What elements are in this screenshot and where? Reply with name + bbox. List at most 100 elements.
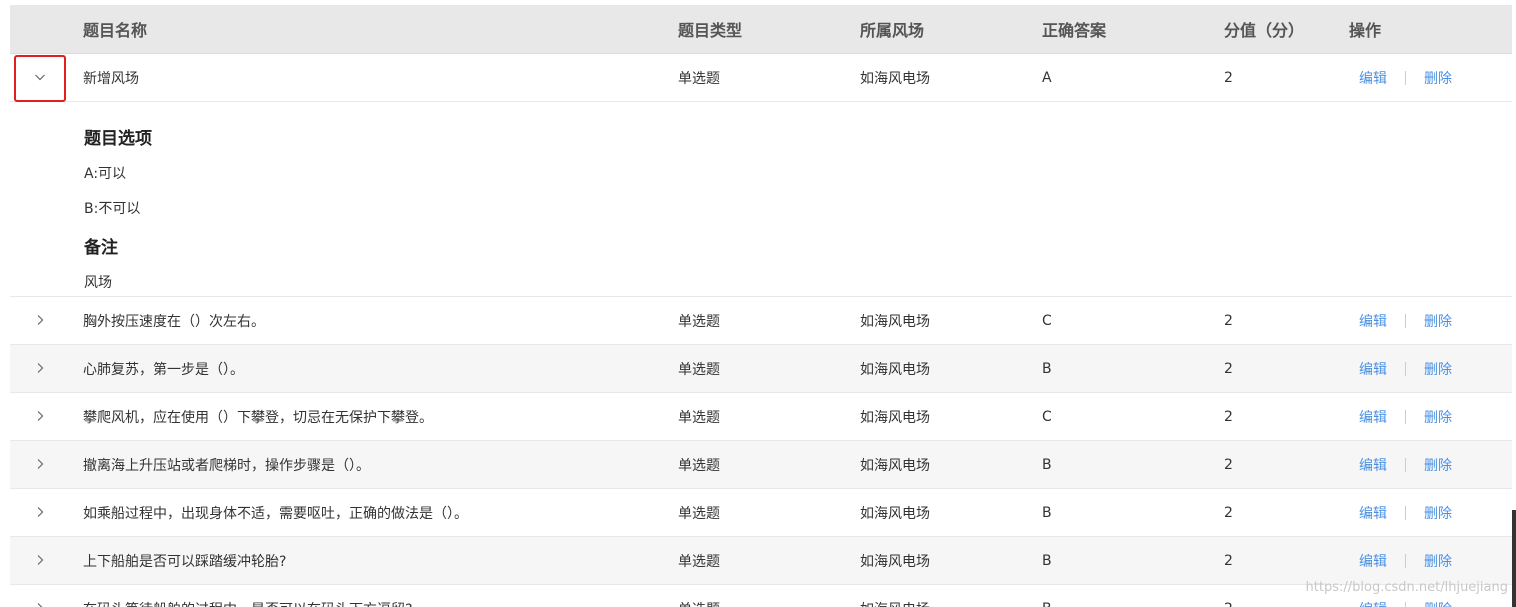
- header-ops: 操作: [1349, 21, 1382, 40]
- row-name: 攀爬风机，应在使用（）下攀登，切忌在无保护下攀登。: [83, 409, 433, 426]
- table-row: 上下船舶是否可以踩踏缓冲轮胎? 单选题 如海风电场 B 2 编辑 删除: [10, 537, 1512, 585]
- header-name: 题目名称: [83, 21, 148, 40]
- ops-divider: [1405, 70, 1406, 85]
- edit-button[interactable]: 编辑: [1359, 599, 1387, 607]
- header-farm: 所属风场: [860, 21, 925, 40]
- row-type: 单选题: [678, 585, 720, 607]
- edit-button[interactable]: 编辑: [1359, 359, 1387, 379]
- ops-divider: [1405, 601, 1406, 607]
- row-farm: 如海风电场: [860, 553, 930, 570]
- row-farm: 如海风电场: [860, 70, 930, 87]
- row-score: 2: [1224, 360, 1233, 377]
- row-type: 单选题: [678, 553, 720, 570]
- row-score: 2: [1224, 69, 1233, 86]
- table-row: 撤离海上升压站或者爬梯时，操作步骤是（）。 单选题 如海风电场 B 2 编辑 删…: [10, 441, 1512, 489]
- row-answer: B: [1042, 552, 1052, 569]
- delete-button[interactable]: 删除: [1424, 68, 1452, 88]
- edit-button[interactable]: 编辑: [1359, 455, 1387, 475]
- chevron-right-icon[interactable]: [28, 308, 52, 332]
- table-row: 在码头等待船舶的过程中，是否可以在码头下方逗留? 单选题 如海风电场 B 2 编…: [10, 585, 1512, 607]
- option-b: B:不可以: [84, 201, 141, 217]
- row-score: 2: [1224, 552, 1233, 569]
- question-table: 题目名称 题目类型 所属风场 正确答案 分值（分） 操作 新增风场 单选题 如海…: [10, 5, 1512, 607]
- ops-divider: [1405, 313, 1406, 328]
- ops-divider: [1405, 409, 1406, 424]
- row-ops: 编辑 删除: [1359, 345, 1452, 392]
- row-name: 上下船舶是否可以踩踏缓冲轮胎?: [83, 553, 287, 570]
- table-row: 心肺复苏，第一步是（）。 单选题 如海风电场 B 2 编辑 删除: [10, 345, 1512, 393]
- row-score: 2: [1224, 456, 1233, 473]
- row-score: 2: [1224, 585, 1233, 607]
- row-name: 在码头等待船舶的过程中，是否可以在码头下方逗留?: [83, 585, 412, 607]
- row-ops: 编辑 删除: [1359, 441, 1452, 488]
- chevron-right-icon[interactable]: [28, 356, 52, 380]
- ops-divider: [1405, 553, 1406, 568]
- row-answer: B: [1042, 585, 1052, 607]
- row-ops: 编辑 删除: [1359, 393, 1452, 440]
- remark-title: 备注: [84, 238, 118, 258]
- edit-button[interactable]: 编辑: [1359, 311, 1387, 331]
- ops-divider: [1405, 505, 1406, 520]
- row-answer: C: [1042, 408, 1052, 425]
- delete-button[interactable]: 删除: [1424, 599, 1452, 607]
- row-farm: 如海风电场: [860, 313, 930, 330]
- row-answer: B: [1042, 456, 1052, 473]
- table-row: 如乘船过程中，出现身体不适，需要呕吐，正确的做法是（）。 单选题 如海风电场 B…: [10, 489, 1512, 537]
- ops-divider: [1405, 361, 1406, 376]
- row-type: 单选题: [678, 409, 720, 426]
- delete-button[interactable]: 删除: [1424, 455, 1452, 475]
- edit-button[interactable]: 编辑: [1359, 503, 1387, 523]
- ops-divider: [1405, 457, 1406, 472]
- row-name: 胸外按压速度在（）次左右。: [83, 313, 265, 330]
- row-ops: 编辑 删除: [1359, 537, 1452, 584]
- row-type: 单选题: [678, 313, 720, 330]
- remark-text: 风场: [84, 275, 112, 291]
- row-type: 单选题: [678, 361, 720, 378]
- delete-button[interactable]: 删除: [1424, 311, 1452, 331]
- edit-button[interactable]: 编辑: [1359, 68, 1387, 88]
- row-detail-panel: 题目选项 A:可以 B:不可以 备注 风场: [10, 102, 1512, 297]
- edit-button[interactable]: 编辑: [1359, 407, 1387, 427]
- chevron-right-icon[interactable]: [28, 500, 52, 524]
- row-type: 单选题: [678, 457, 720, 474]
- row-answer: C: [1042, 312, 1052, 329]
- header-score: 分值（分）: [1224, 21, 1305, 40]
- question-table-frame: 题目名称 题目类型 所属风场 正确答案 分值（分） 操作 新增风场 单选题 如海…: [0, 0, 1516, 607]
- row-type: 单选题: [678, 70, 720, 87]
- watermark-text: https://blog.csdn.net/lhjuejiang: [1305, 580, 1508, 595]
- scrollbar[interactable]: [1512, 510, 1516, 607]
- table-row: 攀爬风机，应在使用（）下攀登，切忌在无保护下攀登。 单选题 如海风电场 C 2 …: [10, 393, 1512, 441]
- row-name: 新增风场: [83, 70, 139, 87]
- row-name: 撤离海上升压站或者爬梯时，操作步骤是（）。: [83, 457, 370, 474]
- header-type: 题目类型: [678, 21, 743, 40]
- chevron-right-icon[interactable]: [28, 596, 52, 607]
- delete-button[interactable]: 删除: [1424, 359, 1452, 379]
- row-ops: 编辑 删除: [1359, 54, 1452, 101]
- row-name: 如乘船过程中，出现身体不适，需要呕吐，正确的做法是（）。: [83, 505, 468, 522]
- row-ops: 编辑 删除: [1359, 297, 1452, 344]
- option-a: A:可以: [84, 166, 127, 182]
- row-score: 2: [1224, 504, 1233, 521]
- row-score: 2: [1224, 408, 1233, 425]
- header-answer: 正确答案: [1042, 21, 1107, 40]
- table-row: 胸外按压速度在（）次左右。 单选题 如海风电场 C 2 编辑 删除: [10, 297, 1512, 345]
- delete-button[interactable]: 删除: [1424, 503, 1452, 523]
- chevron-right-icon[interactable]: [28, 452, 52, 476]
- chevron-down-icon[interactable]: [28, 65, 52, 89]
- table-header: 题目名称 题目类型 所属风场 正确答案 分值（分） 操作: [10, 5, 1512, 54]
- row-answer: B: [1042, 360, 1052, 377]
- row-answer: B: [1042, 504, 1052, 521]
- table-row-expanded: 新增风场 单选题 如海风电场 A 2 编辑 删除: [10, 54, 1512, 102]
- chevron-right-icon[interactable]: [28, 404, 52, 428]
- row-farm: 如海风电场: [860, 409, 930, 426]
- row-farm: 如海风电场: [860, 361, 930, 378]
- chevron-right-icon[interactable]: [28, 548, 52, 572]
- delete-button[interactable]: 删除: [1424, 551, 1452, 571]
- row-answer: A: [1042, 69, 1052, 86]
- edit-button[interactable]: 编辑: [1359, 551, 1387, 571]
- row-farm: 如海风电场: [860, 585, 930, 607]
- row-score: 2: [1224, 312, 1233, 329]
- options-title: 题目选项: [84, 129, 152, 149]
- delete-button[interactable]: 删除: [1424, 407, 1452, 427]
- row-ops: 编辑 删除: [1359, 489, 1452, 536]
